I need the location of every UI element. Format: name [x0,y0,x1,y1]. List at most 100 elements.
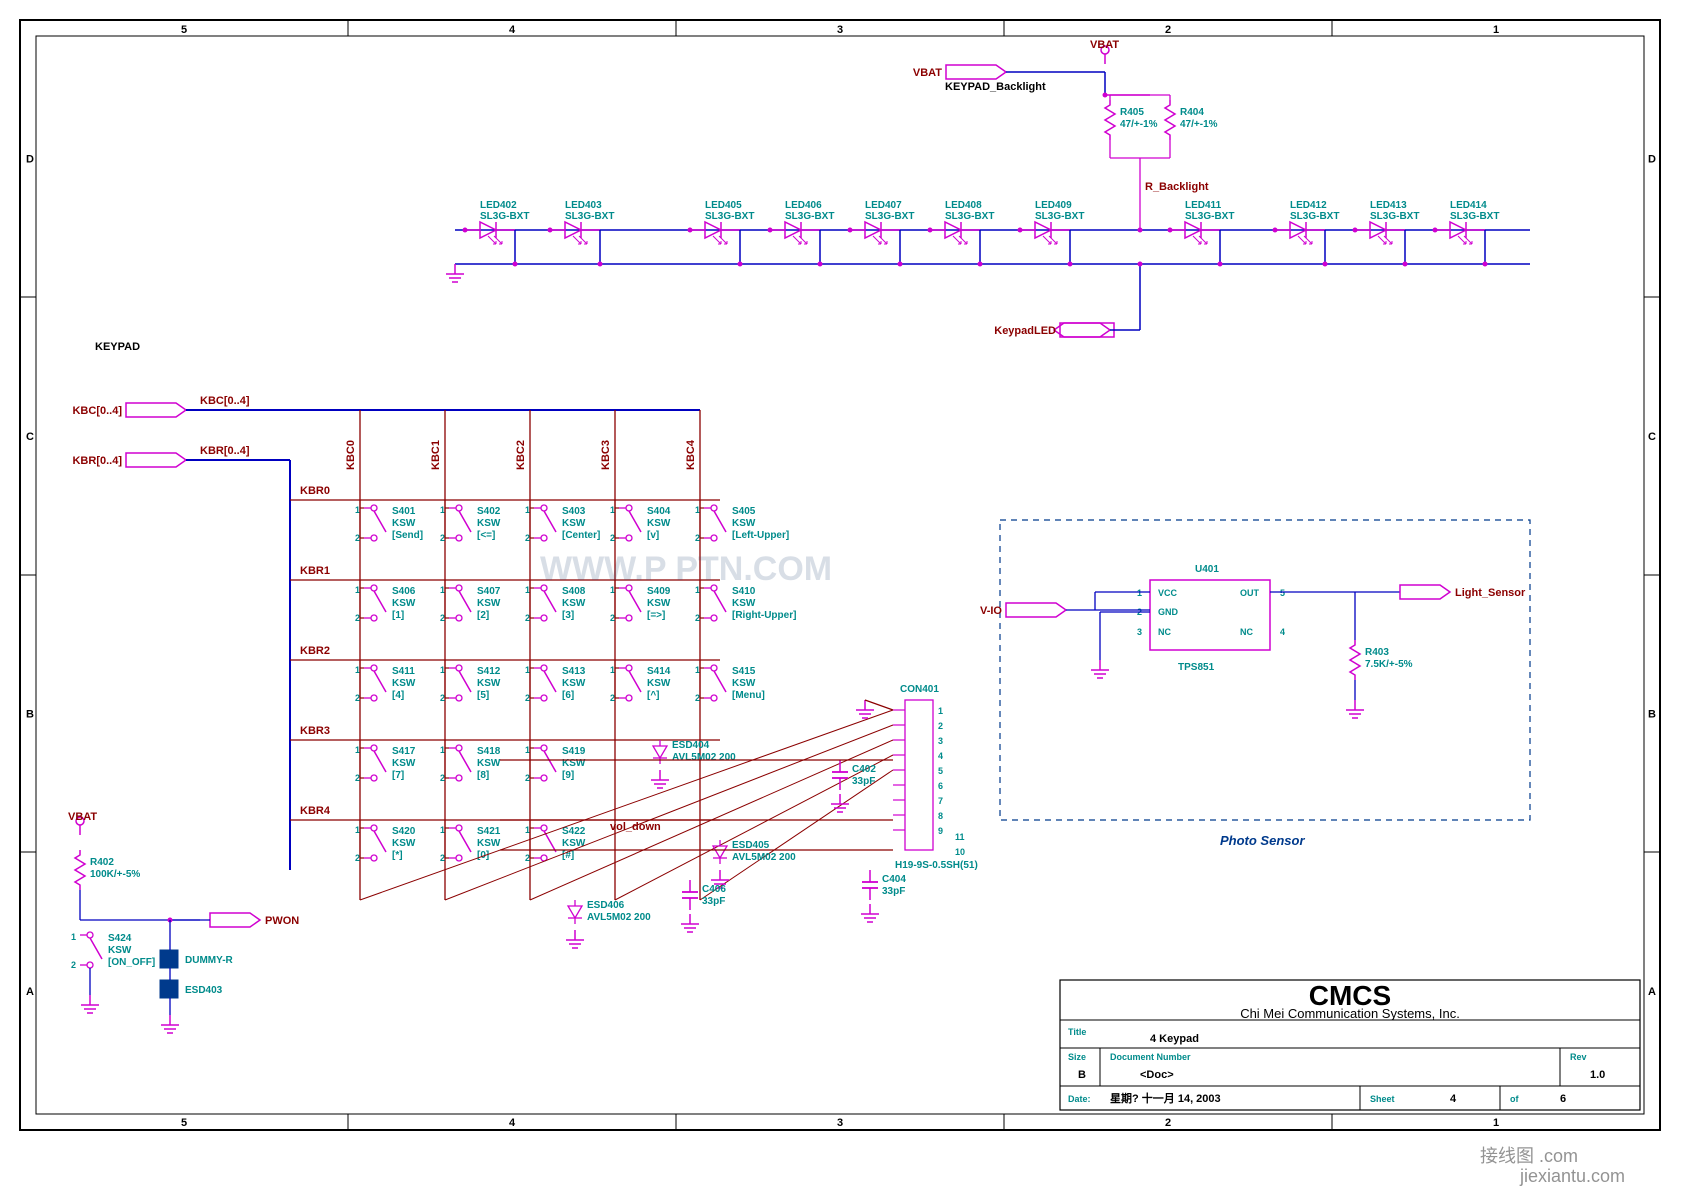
svg-text:KSW: KSW [477,678,501,689]
svg-text:LED414: LED414 [1450,200,1487,211]
svg-text:KSW: KSW [108,945,132,956]
svg-text:KBR[0..4]: KBR[0..4] [200,445,250,457]
svg-text:S421: S421 [477,826,501,837]
svg-text:LED412: LED412 [1290,200,1327,211]
svg-text:2: 2 [610,533,615,543]
svg-text:KBR1: KBR1 [300,565,330,577]
svg-text:2: 2 [695,533,700,543]
svg-text:KBR4: KBR4 [300,805,331,817]
svg-text:[=>]: [=>] [647,610,665,621]
svg-text:SL3G-BXT: SL3G-BXT [565,211,614,222]
svg-text:[^]: [^] [647,690,660,701]
svg-text:1: 1 [355,505,360,515]
svg-text:A: A [1648,986,1656,998]
svg-text:KBC4: KBC4 [685,439,697,470]
svg-text:B: B [26,709,34,721]
svg-text:1: 1 [938,706,943,716]
svg-text:Document Number: Document Number [1110,1052,1191,1062]
svg-text:SL3G-BXT: SL3G-BXT [705,211,754,222]
svg-text:LED402: LED402 [480,200,517,211]
svg-text:AVL5M02 200: AVL5M02 200 [732,852,796,863]
svg-text:3: 3 [837,1117,843,1129]
svg-text:KBR0: KBR0 [300,485,330,497]
svg-text:[9]: [9] [562,770,574,781]
svg-text:[*]: [*] [392,850,403,861]
svg-text:[6]: [6] [562,690,574,701]
svg-text:SL3G-BXT: SL3G-BXT [1185,211,1234,222]
svg-text:KSW: KSW [477,758,501,769]
svg-text:KBC2: KBC2 [515,440,527,470]
svg-text:6: 6 [1560,1093,1566,1105]
svg-text:[Center]: [Center] [562,530,600,541]
svg-text:1: 1 [610,665,615,675]
svg-text:2: 2 [525,853,530,863]
svg-text:R403: R403 [1365,647,1389,658]
svg-text:5: 5 [181,24,187,36]
svg-text:C402: C402 [852,764,876,775]
svg-text:S407: S407 [477,586,501,597]
svg-text:SL3G-BXT: SL3G-BXT [1290,211,1339,222]
svg-text:1: 1 [440,825,445,835]
keypad-title: KEYPAD [95,341,140,353]
keypadled-label: KeypadLED [994,325,1056,337]
svg-text:C406: C406 [702,884,726,895]
svg-text:1: 1 [355,585,360,595]
svg-text:S419: S419 [562,746,586,757]
svg-text:LED411: LED411 [1185,200,1222,211]
svg-text:2: 2 [440,773,445,783]
svg-text:KSW: KSW [392,518,416,529]
svg-text:1: 1 [440,745,445,755]
svg-text:2: 2 [610,693,615,703]
esd403: ESD403 [185,985,223,996]
svg-text:1: 1 [610,505,615,515]
svg-text:KBR3: KBR3 [300,725,330,737]
svg-text:2: 2 [440,613,445,623]
svg-text:LED413: LED413 [1370,200,1407,211]
svg-text:2: 2 [695,693,700,703]
svg-text:S403: S403 [562,506,586,517]
svg-text:2: 2 [695,613,700,623]
svg-text:1: 1 [355,745,360,755]
svg-text:U401: U401 [1195,564,1219,575]
svg-text:LED406: LED406 [785,200,822,211]
svg-text:[3]: [3] [562,610,574,621]
svg-text:4: 4 [509,24,516,36]
svg-text:B: B [1078,1069,1086,1081]
svg-text:2: 2 [440,693,445,703]
svg-text:KBR2: KBR2 [300,645,330,657]
svg-text:vol_down: vol_down [610,821,661,833]
svg-text:VCC: VCC [1158,588,1178,598]
svg-text:9: 9 [938,826,943,836]
kbc-port: KBC[0..4] [72,405,122,417]
svg-text:3: 3 [938,736,943,746]
svg-text:LED409: LED409 [1035,200,1072,211]
svg-text:[Left-Upper]: [Left-Upper] [732,530,789,541]
svg-text:[5]: [5] [477,690,489,701]
svg-text:NC: NC [1240,627,1253,637]
svg-text:KSW: KSW [562,678,586,689]
svg-text:6: 6 [938,781,943,791]
svg-text:10: 10 [955,847,965,857]
svg-text:S406: S406 [392,586,416,597]
photo-sensor-title: Photo Sensor [1220,833,1305,848]
svg-text:D: D [26,154,34,166]
watermark: WWW.P PTN.COM [540,550,832,588]
svg-text:KSW: KSW [647,598,671,609]
svg-text:2: 2 [355,613,360,623]
svg-text:S420: S420 [392,826,416,837]
svg-text:[Menu]: [Menu] [732,690,765,701]
svg-text:2: 2 [355,773,360,783]
svg-text:7.5K/+-5%: 7.5K/+-5% [1365,659,1413,670]
svg-text:AVL5M02 200: AVL5M02 200 [587,912,651,923]
svg-text:1: 1 [440,665,445,675]
svg-text:S424: S424 [108,933,132,944]
svg-text:7: 7 [938,796,943,806]
svg-text:R_Backlight: R_Backlight [1145,181,1209,193]
svg-text:[8]: [8] [477,770,489,781]
svg-text:KSW: KSW [647,518,671,529]
svg-text:5: 5 [181,1117,187,1129]
svg-text:KSW: KSW [392,598,416,609]
footer-url: jiexiantu.com [1519,1166,1625,1186]
svg-text:B: B [1648,709,1656,721]
svg-text:KBC0: KBC0 [345,440,357,470]
